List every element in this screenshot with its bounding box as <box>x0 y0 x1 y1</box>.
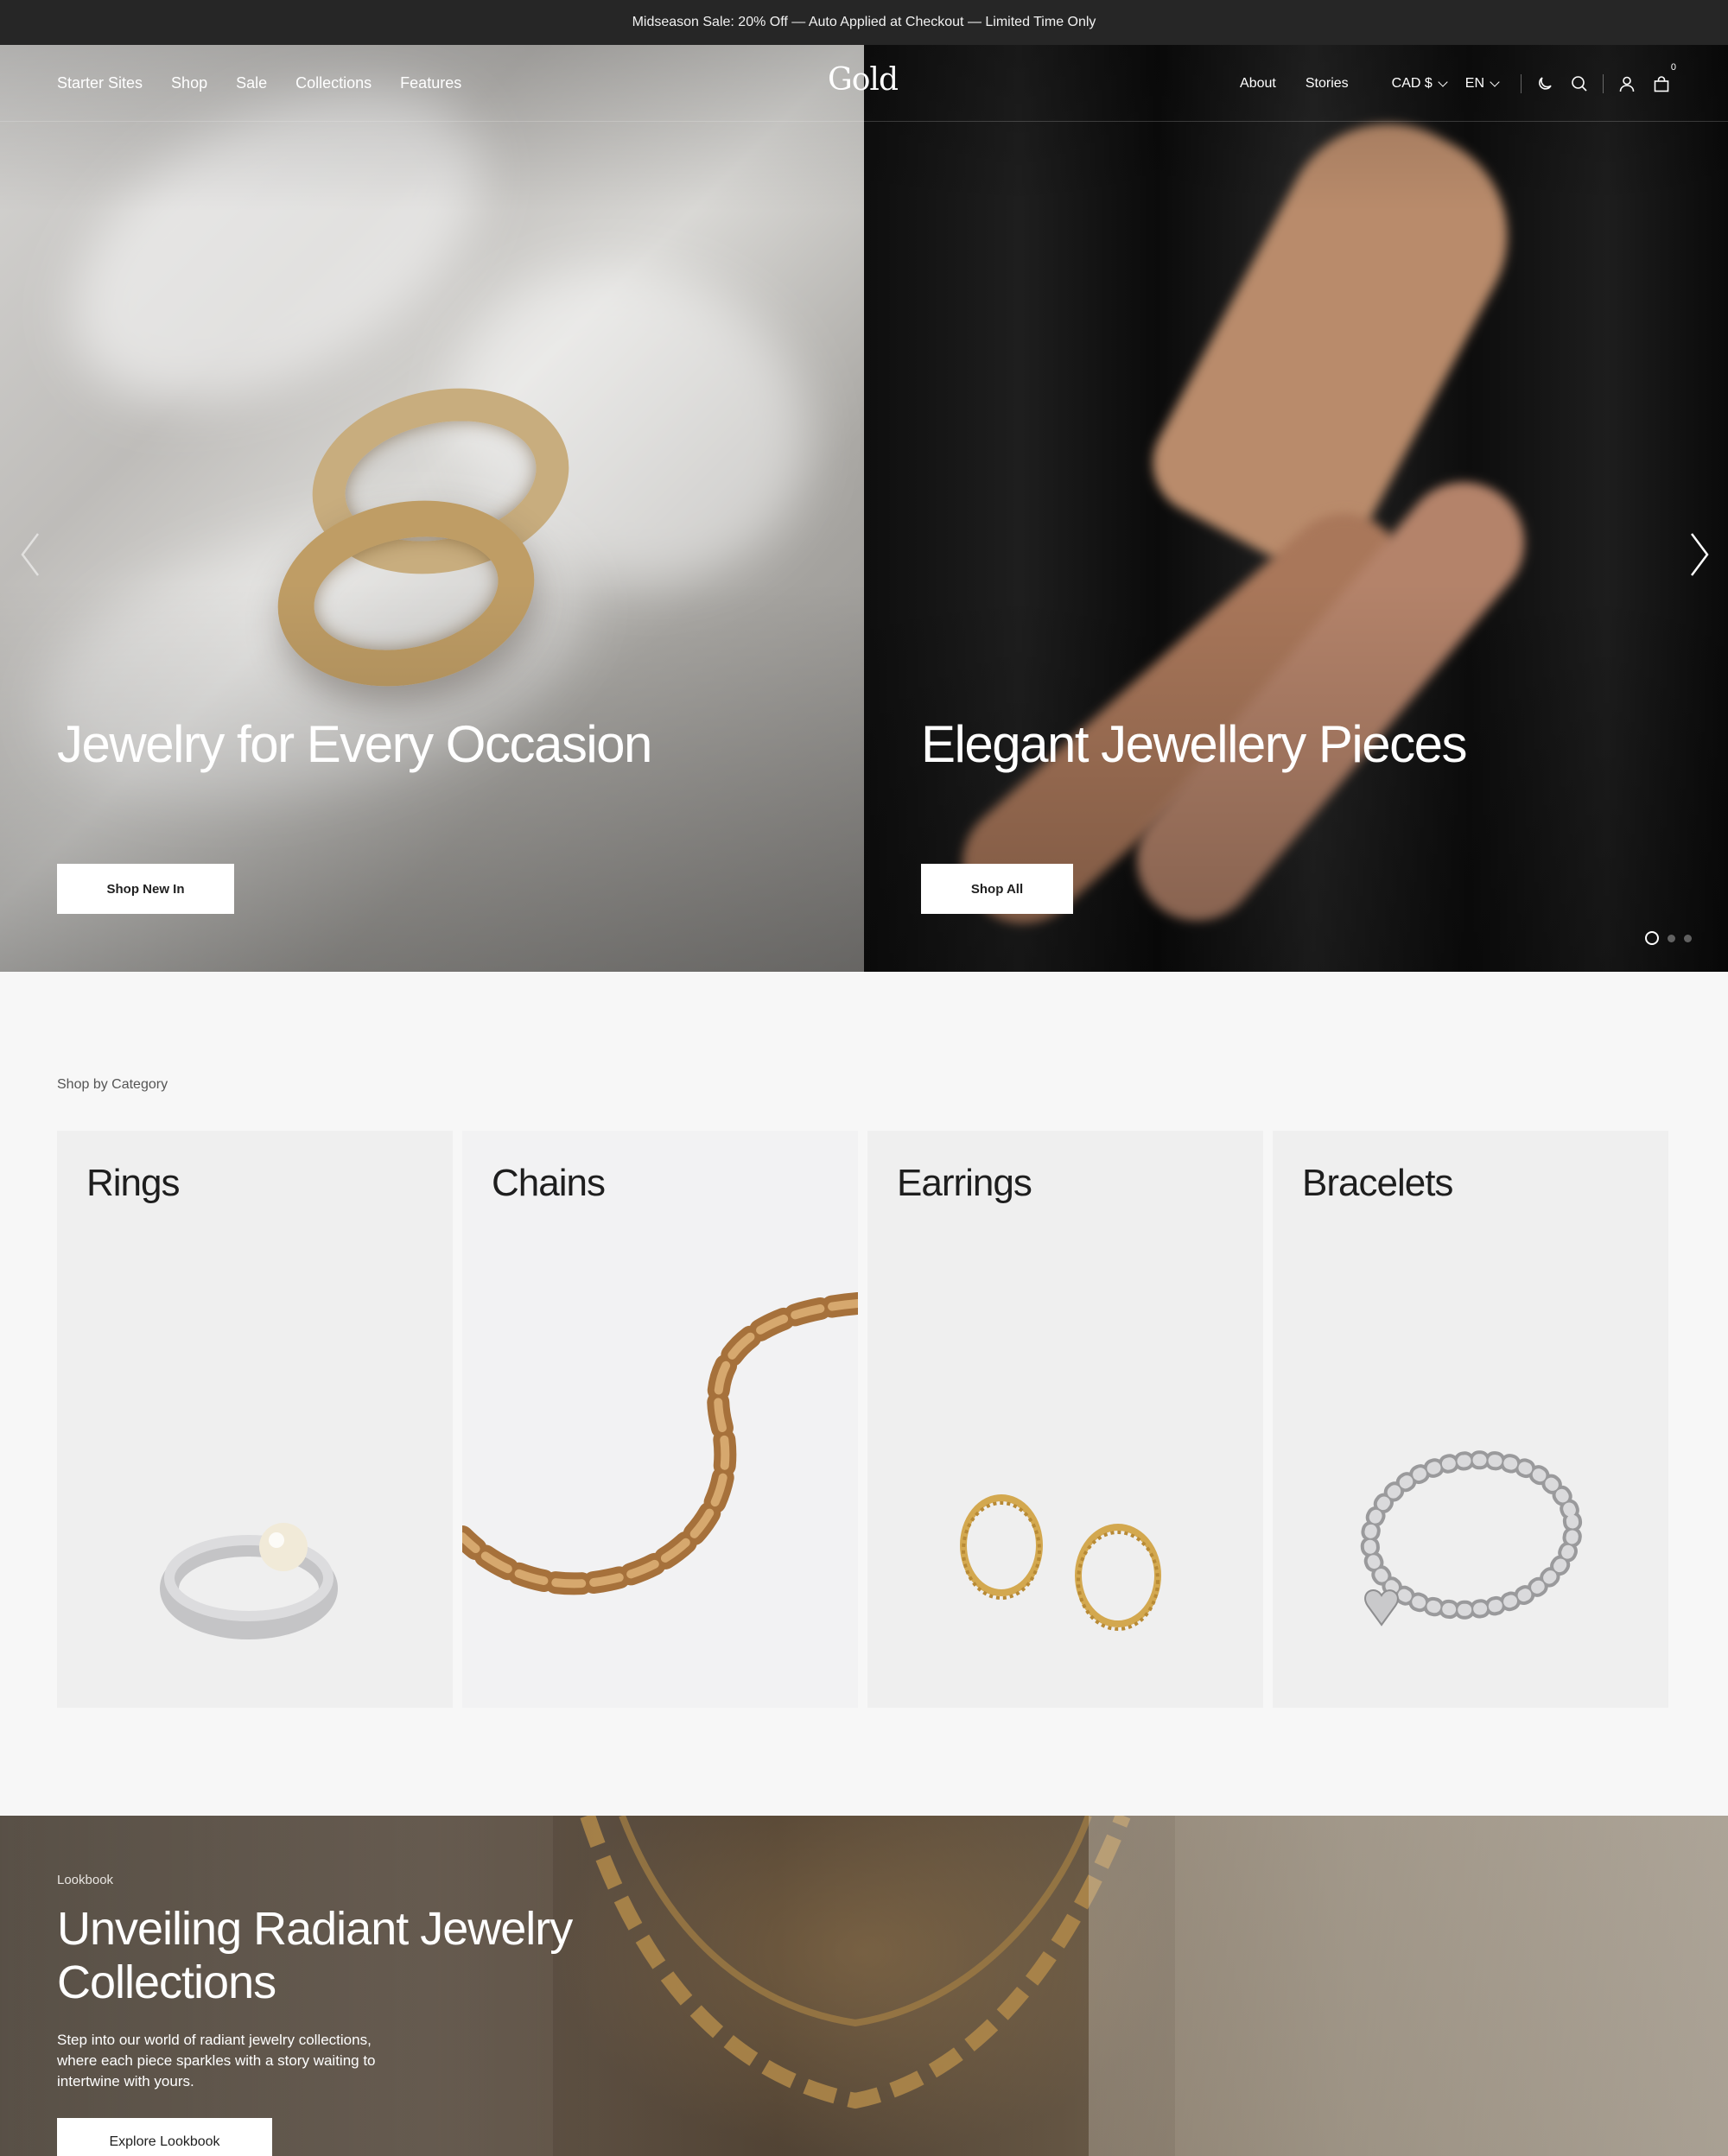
header-utilities: About Stories CAD $ EN 0 <box>1240 45 1676 122</box>
category-title: Chains <box>492 1162 606 1204</box>
hero-title: Jewelry for Every Occasion <box>57 715 652 773</box>
bracelet-image <box>1360 1450 1583 1627</box>
next-slide-icon[interactable] <box>1687 529 1712 580</box>
nav-shop[interactable]: Shop <box>171 74 207 92</box>
category-card-rings[interactable]: Rings <box>57 1131 453 1708</box>
slider-pagination <box>1645 931 1692 945</box>
section-label: Shop by Category <box>57 1077 168 1092</box>
shop-all-button[interactable]: Shop All <box>921 864 1073 914</box>
category-title: Earrings <box>897 1162 1032 1204</box>
language-value: EN <box>1464 75 1484 91</box>
nav-collections[interactable]: Collections <box>295 74 372 92</box>
nav-about[interactable]: About <box>1240 76 1276 92</box>
currency-value: CAD $ <box>1391 75 1433 91</box>
pagination-dot[interactable] <box>1668 934 1675 942</box>
lookbook-title: Unveiling Radiant Jewelry Collections <box>57 1903 573 2008</box>
header-divider <box>1603 73 1604 93</box>
bag-icon[interactable]: 0 <box>1652 62 1676 93</box>
previous-slide-icon[interactable] <box>17 529 43 580</box>
hero-overlay <box>0 45 864 972</box>
hero-title: Elegant Jewellery Pieces <box>921 715 1468 773</box>
earrings-image <box>960 1494 1161 1631</box>
currency-selector[interactable]: CAD $ <box>1391 75 1448 92</box>
explore-lookbook-button[interactable]: Explore Lookbook <box>57 2118 272 2156</box>
category-grid: Rings Chains Earrings Bracelets <box>57 1131 1669 1708</box>
nav-sale[interactable]: Sale <box>236 74 267 92</box>
pagination-dot[interactable] <box>1645 931 1659 945</box>
header-divider <box>1521 73 1522 93</box>
search-icon[interactable] <box>1570 74 1589 93</box>
jacket-image <box>1089 1816 1728 2156</box>
lookbook-banner: Lookbook Unveiling Radiant Jewelry Colle… <box>0 1816 1728 2156</box>
category-card-chains[interactable]: Chains <box>462 1131 858 1708</box>
hero-slide-1: Jewelry for Every Occasion Shop New In <box>0 45 864 972</box>
nav-starter-sites[interactable]: Starter Sites <box>57 74 143 92</box>
shop-new-in-button[interactable]: Shop New In <box>57 864 234 914</box>
chevron-down-icon <box>1438 76 1448 87</box>
pagination-dot[interactable] <box>1684 934 1692 942</box>
hero-slider: Jewelry for Every Occasion Shop New In E… <box>0 45 1728 972</box>
necklace-image <box>580 1816 1131 2109</box>
language-selector[interactable]: EN <box>1464 75 1500 92</box>
chain-image <box>462 1292 858 1595</box>
lookbook-description: Step into our world of radiant jewelry c… <box>57 2032 376 2089</box>
hero-slide-2: Elegant Jewellery Pieces Shop All <box>864 45 1728 972</box>
site-logo[interactable]: Gold <box>828 62 899 98</box>
category-title: Rings <box>86 1162 180 1204</box>
hero-overlay <box>864 45 1728 972</box>
ring-image <box>160 1523 338 1639</box>
user-icon[interactable] <box>1617 74 1636 93</box>
announcement-bar: Midseason Sale: 20% Off — Auto Applied a… <box>0 0 1728 45</box>
nav-features[interactable]: Features <box>400 74 461 92</box>
category-title: Bracelets <box>1302 1162 1453 1204</box>
moon-icon[interactable] <box>1535 74 1554 93</box>
announcement-text: Midseason Sale: 20% Off — Auto Applied a… <box>632 15 1096 29</box>
chevron-down-icon <box>1490 76 1500 87</box>
category-card-earrings[interactable]: Earrings <box>867 1131 1263 1708</box>
main-nav: Starter Sites Shop Sale Collections Feat… <box>57 45 461 122</box>
site-header: Starter Sites Shop Sale Collections Feat… <box>0 45 1728 122</box>
cart-count-badge: 0 <box>1670 61 1676 73</box>
nav-stories[interactable]: Stories <box>1306 76 1349 92</box>
lookbook-tag: Lookbook <box>57 1873 114 1887</box>
category-card-bracelets[interactable]: Bracelets <box>1273 1131 1668 1708</box>
